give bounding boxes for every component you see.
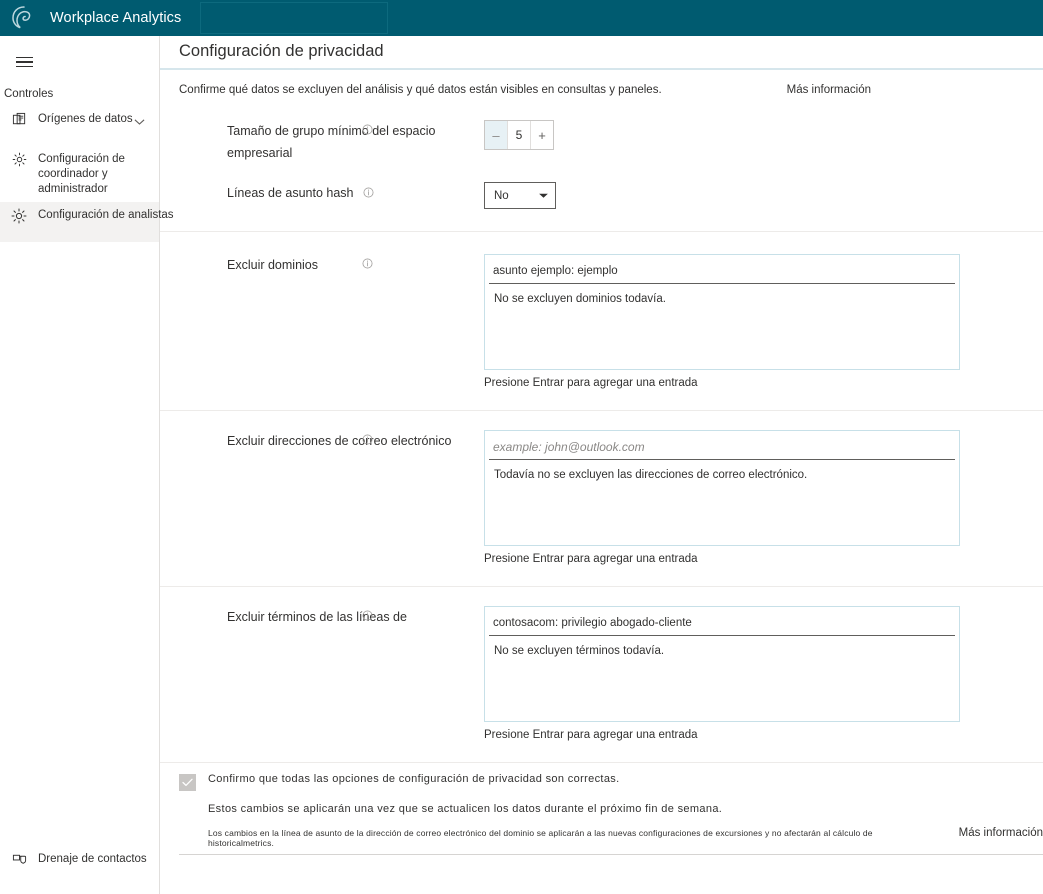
confirm-fine-row: Los cambios en la línea de asunto de la … — [179, 815, 1043, 848]
sidebar-item-admin-settings[interactable]: Configuración de coordinador y administr… — [0, 146, 159, 202]
exclude-emails-hint: Presione Entrar para agregar una entrada — [484, 553, 698, 565]
confirm-fine-print: Los cambios en la línea de asunto de la … — [208, 828, 873, 848]
intro-text: Confirme qué datos se excluyen del análi… — [179, 84, 662, 96]
hash-subject-label: Líneas de asunto hash — [227, 186, 354, 200]
sidebar-bottom: Drenaje de contactos — [0, 846, 159, 886]
field-label: Líneas de asunto hash — [179, 182, 484, 204]
hamburger-menu-icon[interactable] — [0, 42, 48, 82]
info-icon[interactable] — [362, 254, 373, 276]
more-info-link-bottom[interactable]: Más información — [959, 827, 1043, 839]
field-label: Excluir direcciones de correo electrónic… — [179, 430, 484, 452]
info-icon[interactable] — [363, 183, 374, 205]
sidebar-group-label: Controles — [4, 88, 54, 100]
checkmark-icon — [182, 778, 193, 787]
confirm-note: Estos cambios se aplicarán una vez que s… — [208, 803, 723, 815]
exclude-domains-empty-text: No se excluyen dominios todavía. — [494, 293, 666, 305]
info-icon[interactable] — [362, 430, 373, 452]
exclude-domains-label: Excluir dominios — [227, 258, 319, 272]
min-group-size-stepper[interactable]: – 5 + — [484, 120, 554, 150]
field-min-group-size: Tamaño de grupo mínimo del espacio empre… — [179, 120, 1043, 164]
exclude-emails-entry: example: john@outlook.com Todavía no se … — [484, 430, 960, 565]
more-info-link-top[interactable]: Más información — [787, 84, 871, 96]
exclude-emails-label: Excluir direcciones de correo electrónic… — [227, 434, 452, 448]
sidebar-item-analyst-settings[interactable]: Configuración de analistas — [0, 202, 174, 242]
field-exclude-domains: Excluir dominios asunto ejemplo: ejemplo… — [179, 254, 1043, 389]
sidebar-item-data-sources[interactable]: Orígenes de datos — [0, 106, 159, 146]
exclude-emails-empty-text: Todavía no se excluyen las direcciones d… — [494, 469, 808, 481]
app-header: Workplace Analytics — [0, 0, 1043, 36]
exclude-terms-entry: contosacom: privilegio abogado-cliente N… — [484, 606, 960, 741]
confirm-checkbox[interactable] — [179, 774, 196, 791]
confirm-row: Confirmo que todas las opciones de confi… — [179, 773, 1043, 791]
field-label: Tamaño de grupo mínimo del espacio empre… — [179, 120, 484, 164]
section-exclude-terms: Excluir términos de las líneas de contos… — [160, 587, 1043, 762]
entry-box: asunto ejemplo: ejemplo No se excluyen d… — [484, 254, 960, 370]
section-basic-settings: Tamaño de grupo mínimo del espacio empre… — [160, 96, 1043, 232]
intro-row: Confirme qué datos se excluyen del análi… — [160, 70, 1043, 96]
chevron-down-icon[interactable] — [134, 113, 145, 131]
exclude-terms-label: Excluir términos de las líneas de — [227, 610, 407, 624]
dropdown-value: No — [494, 189, 509, 202]
exclude-terms-empty-text: No se excluyen términos todavía. — [494, 645, 665, 657]
gear-icon — [0, 151, 38, 167]
entry-box: contosacom: privilegio abogado-cliente N… — [484, 606, 960, 722]
exclude-terms-hint: Presione Entrar para agregar una entrada — [484, 729, 698, 741]
stepper-value[interactable]: 5 — [508, 121, 530, 149]
main-content: Configuración de privacidad Confirme qué… — [160, 36, 1043, 894]
exclude-domains-input[interactable]: asunto ejemplo: ejemplo — [489, 258, 955, 284]
entry-box: example: john@outlook.com Todavía no se … — [484, 430, 960, 546]
sidebar: Controles Orígenes de datos Configuració… — [0, 36, 174, 894]
confirm-block: Confirmo que todas las opciones de confi… — [160, 762, 1043, 855]
sidebar-item-contact-drain[interactable]: Drenaje de contactos — [0, 846, 159, 886]
confirm-label: Confirmo que todas las opciones de confi… — [208, 773, 620, 785]
field-hash-subject-lines: Líneas de asunto hash No — [179, 182, 1043, 209]
page-title: Configuración de privacidad — [179, 42, 384, 60]
header-search-input[interactable] — [200, 2, 388, 34]
stepper-increment-button[interactable]: + — [530, 121, 553, 149]
sidebar-item-label: Configuración de analistas — [38, 209, 174, 221]
field-exclude-emails: Excluir direcciones de correo electrónic… — [179, 430, 1043, 565]
chevron-down-icon — [538, 190, 549, 202]
workplace-analytics-logo[interactable] — [0, 0, 48, 36]
section-exclude-domains: Excluir dominios asunto ejemplo: ejemplo… — [160, 232, 1043, 411]
sidebar-item-label: Drenaje de contactos — [38, 853, 147, 865]
field-label: Excluir términos de las líneas de — [179, 606, 484, 628]
stepper-decrement-button[interactable]: – — [485, 121, 508, 149]
field-label: Excluir dominios — [179, 254, 484, 276]
exclude-terms-input[interactable]: contosacom: privilegio abogado-cliente — [489, 610, 955, 636]
app-title: Workplace Analytics — [50, 10, 182, 26]
exclude-domains-hint: Presione Entrar para agregar una entrada — [484, 377, 698, 389]
sidebar-item-label: Configuración de coordinador y administr… — [38, 153, 125, 195]
bottom-divider — [179, 854, 1043, 855]
hash-subject-dropdown[interactable]: No — [484, 182, 556, 209]
section-exclude-emails: Excluir direcciones de correo electrónic… — [160, 411, 1043, 587]
exclude-emails-input[interactable]: example: john@outlook.com — [489, 434, 955, 460]
info-icon[interactable] — [362, 120, 373, 142]
data-sources-icon — [0, 111, 38, 127]
gear-icon — [0, 207, 38, 224]
exclude-domains-entry: asunto ejemplo: ejemplo No se excluyen d… — [484, 254, 960, 389]
field-exclude-terms: Excluir términos de las líneas de contos… — [179, 606, 1043, 741]
contact-drain-icon — [0, 851, 38, 867]
sidebar-item-label: Orígenes de datos — [38, 113, 133, 125]
info-icon[interactable] — [362, 606, 373, 628]
min-group-size-label: Tamaño de grupo mínimo del espacio empre… — [227, 124, 436, 160]
